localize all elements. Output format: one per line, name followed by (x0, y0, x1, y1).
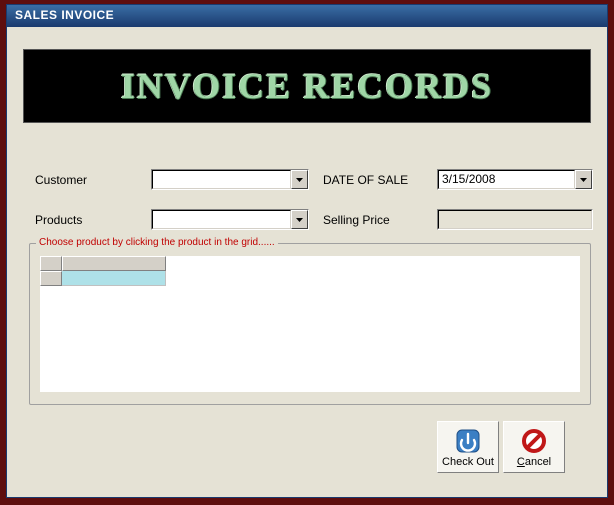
products-value[interactable] (152, 210, 291, 229)
button-bar: Check Out Cancel (437, 421, 565, 473)
customer-dropdown-button[interactable] (291, 170, 308, 189)
grid-corner (40, 256, 62, 271)
date-dropdown-button[interactable] (575, 170, 592, 189)
checkout-button[interactable]: Check Out (437, 421, 499, 473)
grid-header-row (40, 256, 580, 271)
customer-combo[interactable] (151, 169, 309, 190)
banner-text: INVOICE RECORDS (121, 65, 493, 107)
checkout-label: Check Out (442, 456, 494, 468)
date-of-sale-label: DATE OF SALE (323, 173, 408, 187)
products-label: Products (35, 213, 82, 227)
date-of-sale-picker[interactable]: 3/15/2008 (437, 169, 593, 190)
selling-price-label: Selling Price (323, 213, 390, 227)
titlebar: SALES INVOICE (7, 5, 607, 27)
product-grid-group: Choose product by clicking the product i… (29, 243, 591, 405)
chevron-down-icon (296, 218, 303, 222)
checkout-icon (453, 427, 483, 455)
customer-value[interactable] (152, 170, 291, 189)
window-title: SALES INVOICE (15, 8, 114, 22)
product-grid[interactable] (40, 256, 580, 392)
cancel-icon (519, 427, 549, 455)
products-combo[interactable] (151, 209, 309, 230)
customer-label: Customer (35, 173, 87, 187)
date-of-sale-value[interactable]: 3/15/2008 (438, 170, 575, 189)
selling-price-value[interactable] (438, 210, 592, 229)
grid-column-header[interactable] (62, 256, 166, 271)
products-dropdown-button[interactable] (291, 210, 308, 229)
sales-invoice-window: SALES INVOICE INVOICE RECORDS Customer D… (6, 4, 608, 498)
cancel-button[interactable]: Cancel (503, 421, 565, 473)
cancel-label: Cancel (517, 456, 551, 468)
chevron-down-icon (296, 178, 303, 182)
chevron-down-icon (580, 178, 587, 182)
grid-row-header[interactable] (40, 271, 62, 286)
selling-price-field[interactable] (437, 209, 593, 230)
table-row[interactable] (40, 271, 580, 286)
grid-cell[interactable] (62, 271, 166, 286)
grid-legend: Choose product by clicking the product i… (36, 237, 278, 248)
banner: INVOICE RECORDS (23, 49, 591, 123)
